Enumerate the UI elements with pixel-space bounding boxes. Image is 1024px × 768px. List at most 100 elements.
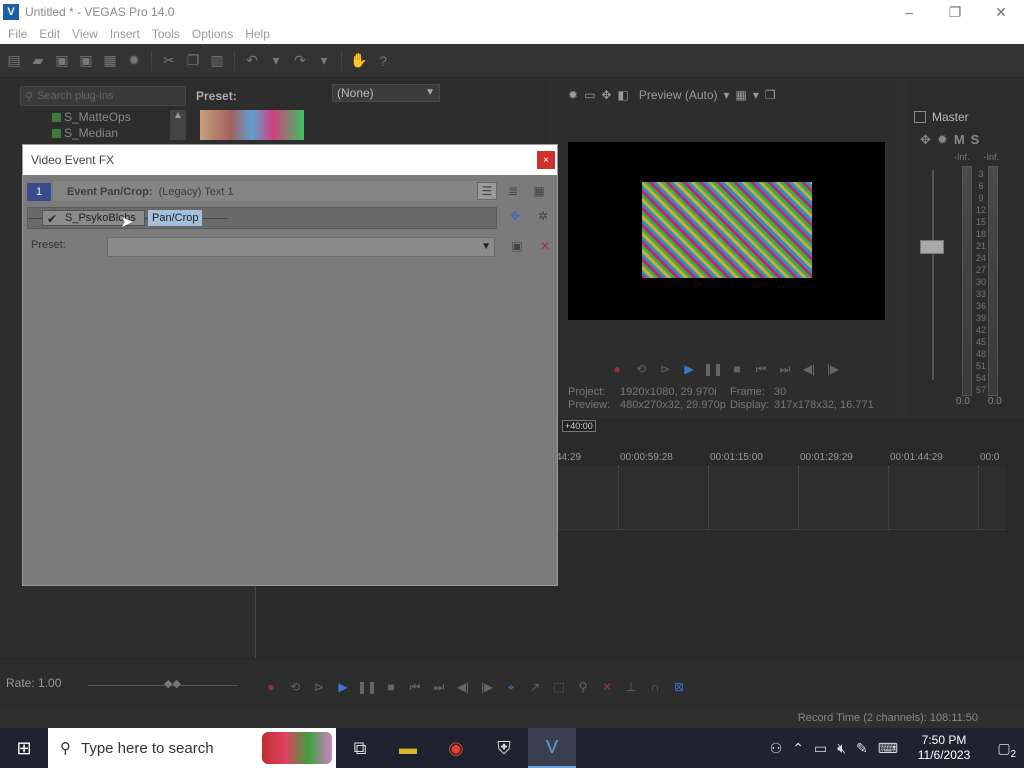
file-explorer-icon[interactable]: ▬ <box>384 728 432 768</box>
record-icon[interactable]: ● <box>262 678 280 696</box>
plugin-list-scrollbar[interactable]: ▲ <box>170 110 186 140</box>
paste-icon[interactable]: ▥ <box>207 51 227 71</box>
vegas-taskbar-icon[interactable]: V <box>528 728 576 768</box>
master-fader-handle[interactable] <box>920 240 944 254</box>
menu-view[interactable]: View <box>66 27 104 41</box>
go-to-start-icon[interactable]: ⏮ <box>406 678 424 696</box>
selection-tool-icon[interactable]: ⬚ <box>550 678 568 696</box>
redo-dropdown-icon[interactable]: ▾ <box>314 51 334 71</box>
menu-tools[interactable]: Tools <box>146 27 186 41</box>
copy-snapshot-icon[interactable]: ❐ <box>765 88 776 102</box>
master-fader-track[interactable] <box>932 170 934 380</box>
stop-icon[interactable]: ■ <box>728 360 746 378</box>
mute-button[interactable]: M <box>954 132 965 148</box>
detail-view-icon[interactable]: ≣ <box>503 182 523 200</box>
play-icon[interactable]: ▶ <box>680 360 698 378</box>
people-icon[interactable]: ⚇ <box>770 740 783 757</box>
copy-icon[interactable]: ❐ <box>183 51 203 71</box>
snapping-magnet-icon[interactable]: ∩ <box>646 678 664 696</box>
fx-chain-item-pan-crop[interactable]: Pan/Crop <box>148 210 203 226</box>
delete-icon[interactable]: ✕ <box>598 678 616 696</box>
play-icon[interactable]: ▶ <box>334 678 352 696</box>
menu-help[interactable]: Help <box>239 27 276 41</box>
properties-gear-icon[interactable]: ✹ <box>124 51 144 71</box>
auto-crossfade-icon[interactable]: ⊠ <box>670 678 688 696</box>
pause-icon[interactable]: ❚❚ <box>357 678 377 696</box>
pen-icon[interactable]: ✎ <box>856 740 868 757</box>
external-monitor-icon[interactable]: ▭ <box>584 88 595 102</box>
grid-view-icon[interactable]: ▦ <box>529 182 549 200</box>
record-icon[interactable]: ● <box>608 360 626 378</box>
menu-edit[interactable]: Edit <box>33 27 66 41</box>
go-to-start-icon[interactable]: ⏮ <box>752 360 770 378</box>
undo-icon[interactable]: ↶ <box>242 51 262 71</box>
envelope-tool-icon[interactable]: ↗ <box>526 678 544 696</box>
cut-icon[interactable]: ✂ <box>159 51 179 71</box>
preset-thumbnail[interactable] <box>200 110 304 140</box>
plugin-item-mattecops[interactable]: S_MatteOps <box>20 110 186 126</box>
preset-select[interactable]: ▼ <box>107 237 495 257</box>
plugin-item-median[interactable]: S_Median <box>20 126 186 142</box>
plugin-search-input[interactable]: ⚲ Search plug-ins <box>20 86 186 106</box>
overlay-icon[interactable]: ◧ <box>617 88 628 102</box>
next-frame-icon[interactable]: |▶ <box>824 360 842 378</box>
stop-icon[interactable]: ■ <box>382 678 400 696</box>
chrome-icon[interactable]: ◉ <box>432 728 480 768</box>
task-view-icon[interactable]: ⧉ <box>336 728 384 768</box>
undo-dropdown-icon[interactable]: ▾ <box>266 51 286 71</box>
list-view-icon[interactable]: ☰ <box>477 182 497 200</box>
preview-settings-gear-icon[interactable]: ✹ <box>568 88 578 102</box>
keyboard-icon[interactable]: ⌨ <box>878 740 898 757</box>
dialog-title[interactable]: Video Event FX <box>23 145 557 175</box>
network-icon[interactable]: ▭ <box>814 740 827 757</box>
menu-file[interactable]: File <box>2 27 33 41</box>
redo-icon[interactable]: ↷ <box>290 51 310 71</box>
play-from-start-icon[interactable]: ⊳ <box>310 678 328 696</box>
solo-button[interactable]: S <box>971 132 980 148</box>
timeline-ruler[interactable]: 44:29 00:00:59:28 00:01:15:00 00:01:29:2… <box>556 450 1006 466</box>
new-icon[interactable]: ▤ <box>4 51 24 71</box>
plugin-icon[interactable]: ✋ <box>349 51 369 71</box>
start-button[interactable]: ⊞ <box>0 728 48 768</box>
minimize-button[interactable]: – <box>886 0 932 24</box>
rate-slider[interactable] <box>88 685 238 686</box>
open-icon[interactable]: ▰ <box>28 51 48 71</box>
help-icon[interactable]: ? <box>373 51 393 71</box>
save-preset-icon[interactable]: ▣ <box>507 237 527 255</box>
loop-icon[interactable]: ⟲ <box>632 360 650 378</box>
chevron-up-icon[interactable]: ⌃ <box>792 740 804 757</box>
insert-fx-icon[interactable]: ✥ <box>920 132 931 148</box>
previous-frame-icon[interactable]: ◀| <box>800 360 818 378</box>
previous-frame-icon[interactable]: ◀| <box>454 678 472 696</box>
rate-slider-handle[interactable]: ◆◆ <box>164 677 181 690</box>
remove-plugin-icon[interactable]: ✲ <box>533 207 553 225</box>
close-button[interactable]: ✕ <box>978 0 1024 24</box>
transition-select[interactable]: (None) ▼ <box>332 84 440 102</box>
taskbar-clock[interactable]: 7:50 PM 11/6/2023 <box>908 733 980 763</box>
menu-insert[interactable]: Insert <box>104 27 146 41</box>
trim-icon[interactable]: ⊥ <box>622 678 640 696</box>
preview-quality-select[interactable]: Preview (Auto) <box>639 88 718 102</box>
checkmark-icon[interactable]: ✔ <box>47 212 57 226</box>
volume-muted-icon[interactable]: 🔇︎ <box>837 740 846 757</box>
next-frame-icon[interactable]: |▶ <box>478 678 496 696</box>
security-shield-icon[interactable]: ⛨ <box>480 728 528 768</box>
chevron-down-icon[interactable]: ▾ <box>724 88 730 102</box>
pause-icon[interactable]: ❚❚ <box>703 360 723 378</box>
chevron-down-icon[interactable]: ▾ <box>753 88 759 102</box>
save-icon[interactable]: ▣ <box>52 51 72 71</box>
grid-icon[interactable]: ▦ <box>736 88 747 102</box>
split-screen-icon[interactable]: ✥ <box>601 88 611 102</box>
normal-edit-tool-icon[interactable]: ⌖ <box>502 678 520 696</box>
go-to-end-icon[interactable]: ⏭ <box>776 360 794 378</box>
dialog-close-button[interactable]: × <box>537 151 555 169</box>
notification-icon[interactable]: ▢ 2 <box>990 734 1018 762</box>
go-to-end-icon[interactable]: ⏭ <box>430 678 448 696</box>
maximize-button[interactable]: ❐ <box>932 0 978 24</box>
plugin-chain-icon[interactable]: ✥ <box>505 207 525 225</box>
loop-icon[interactable]: ⟲ <box>286 678 304 696</box>
track-area[interactable] <box>556 466 1006 530</box>
taskbar-search[interactable]: ⚲ Type here to search <box>48 728 336 768</box>
save-as-icon[interactable]: ▣ <box>76 51 96 71</box>
zoom-tool-icon[interactable]: ⚲ <box>574 678 592 696</box>
